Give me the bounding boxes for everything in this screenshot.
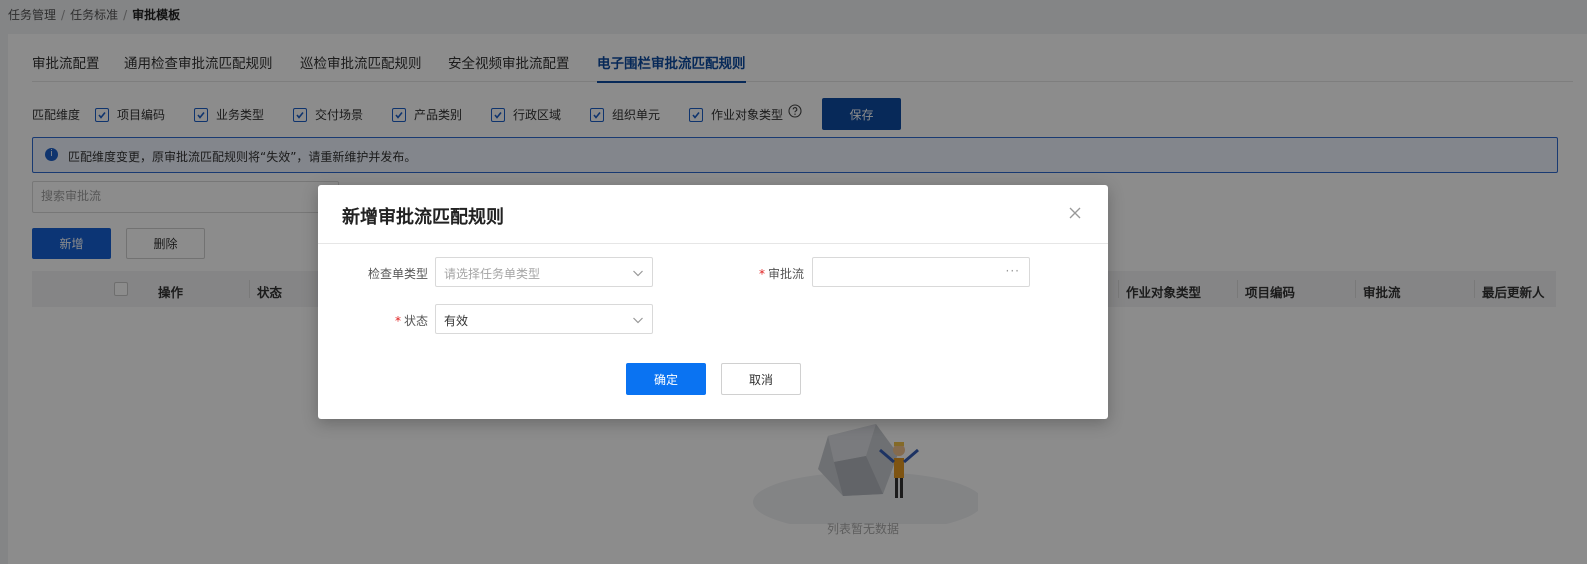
check-type-placeholder: 请选择任务单类型 <box>444 267 541 281</box>
approval-flow-label: * 审批流 <box>738 265 804 282</box>
chevron-down-icon <box>633 317 643 324</box>
status-text: 状态 <box>403 314 428 328</box>
status-label: * 状态 <box>358 312 428 329</box>
status-select[interactable]: 有效 <box>435 304 653 334</box>
close-icon[interactable] <box>1068 206 1082 220</box>
approval-flow-picker[interactable]: ··· <box>812 257 1030 287</box>
check-type-text: 检查单类型 <box>367 267 428 281</box>
check-type-select[interactable]: 请选择任务单类型 <box>435 257 653 287</box>
status-value: 有效 <box>444 314 469 328</box>
confirm-button[interactable]: 确定 <box>626 363 706 395</box>
required-mark: * <box>758 267 765 281</box>
dialog-header: 新增审批流匹配规则 <box>318 185 1108 244</box>
chevron-down-icon <box>633 270 643 277</box>
approval-flow-text: 审批流 <box>767 267 804 281</box>
add-rule-dialog: 新增审批流匹配规则 检查单类型 请选择任务单类型 * 审批流 ··· * 状态 有效… <box>318 185 1108 419</box>
cancel-button[interactable]: 取消 <box>721 363 801 395</box>
check-type-label: 检查单类型 <box>358 265 428 282</box>
required-mark: * <box>394 314 401 328</box>
more-icon[interactable]: ··· <box>1006 264 1020 278</box>
dialog-title: 新增审批流匹配规则 <box>342 207 504 228</box>
